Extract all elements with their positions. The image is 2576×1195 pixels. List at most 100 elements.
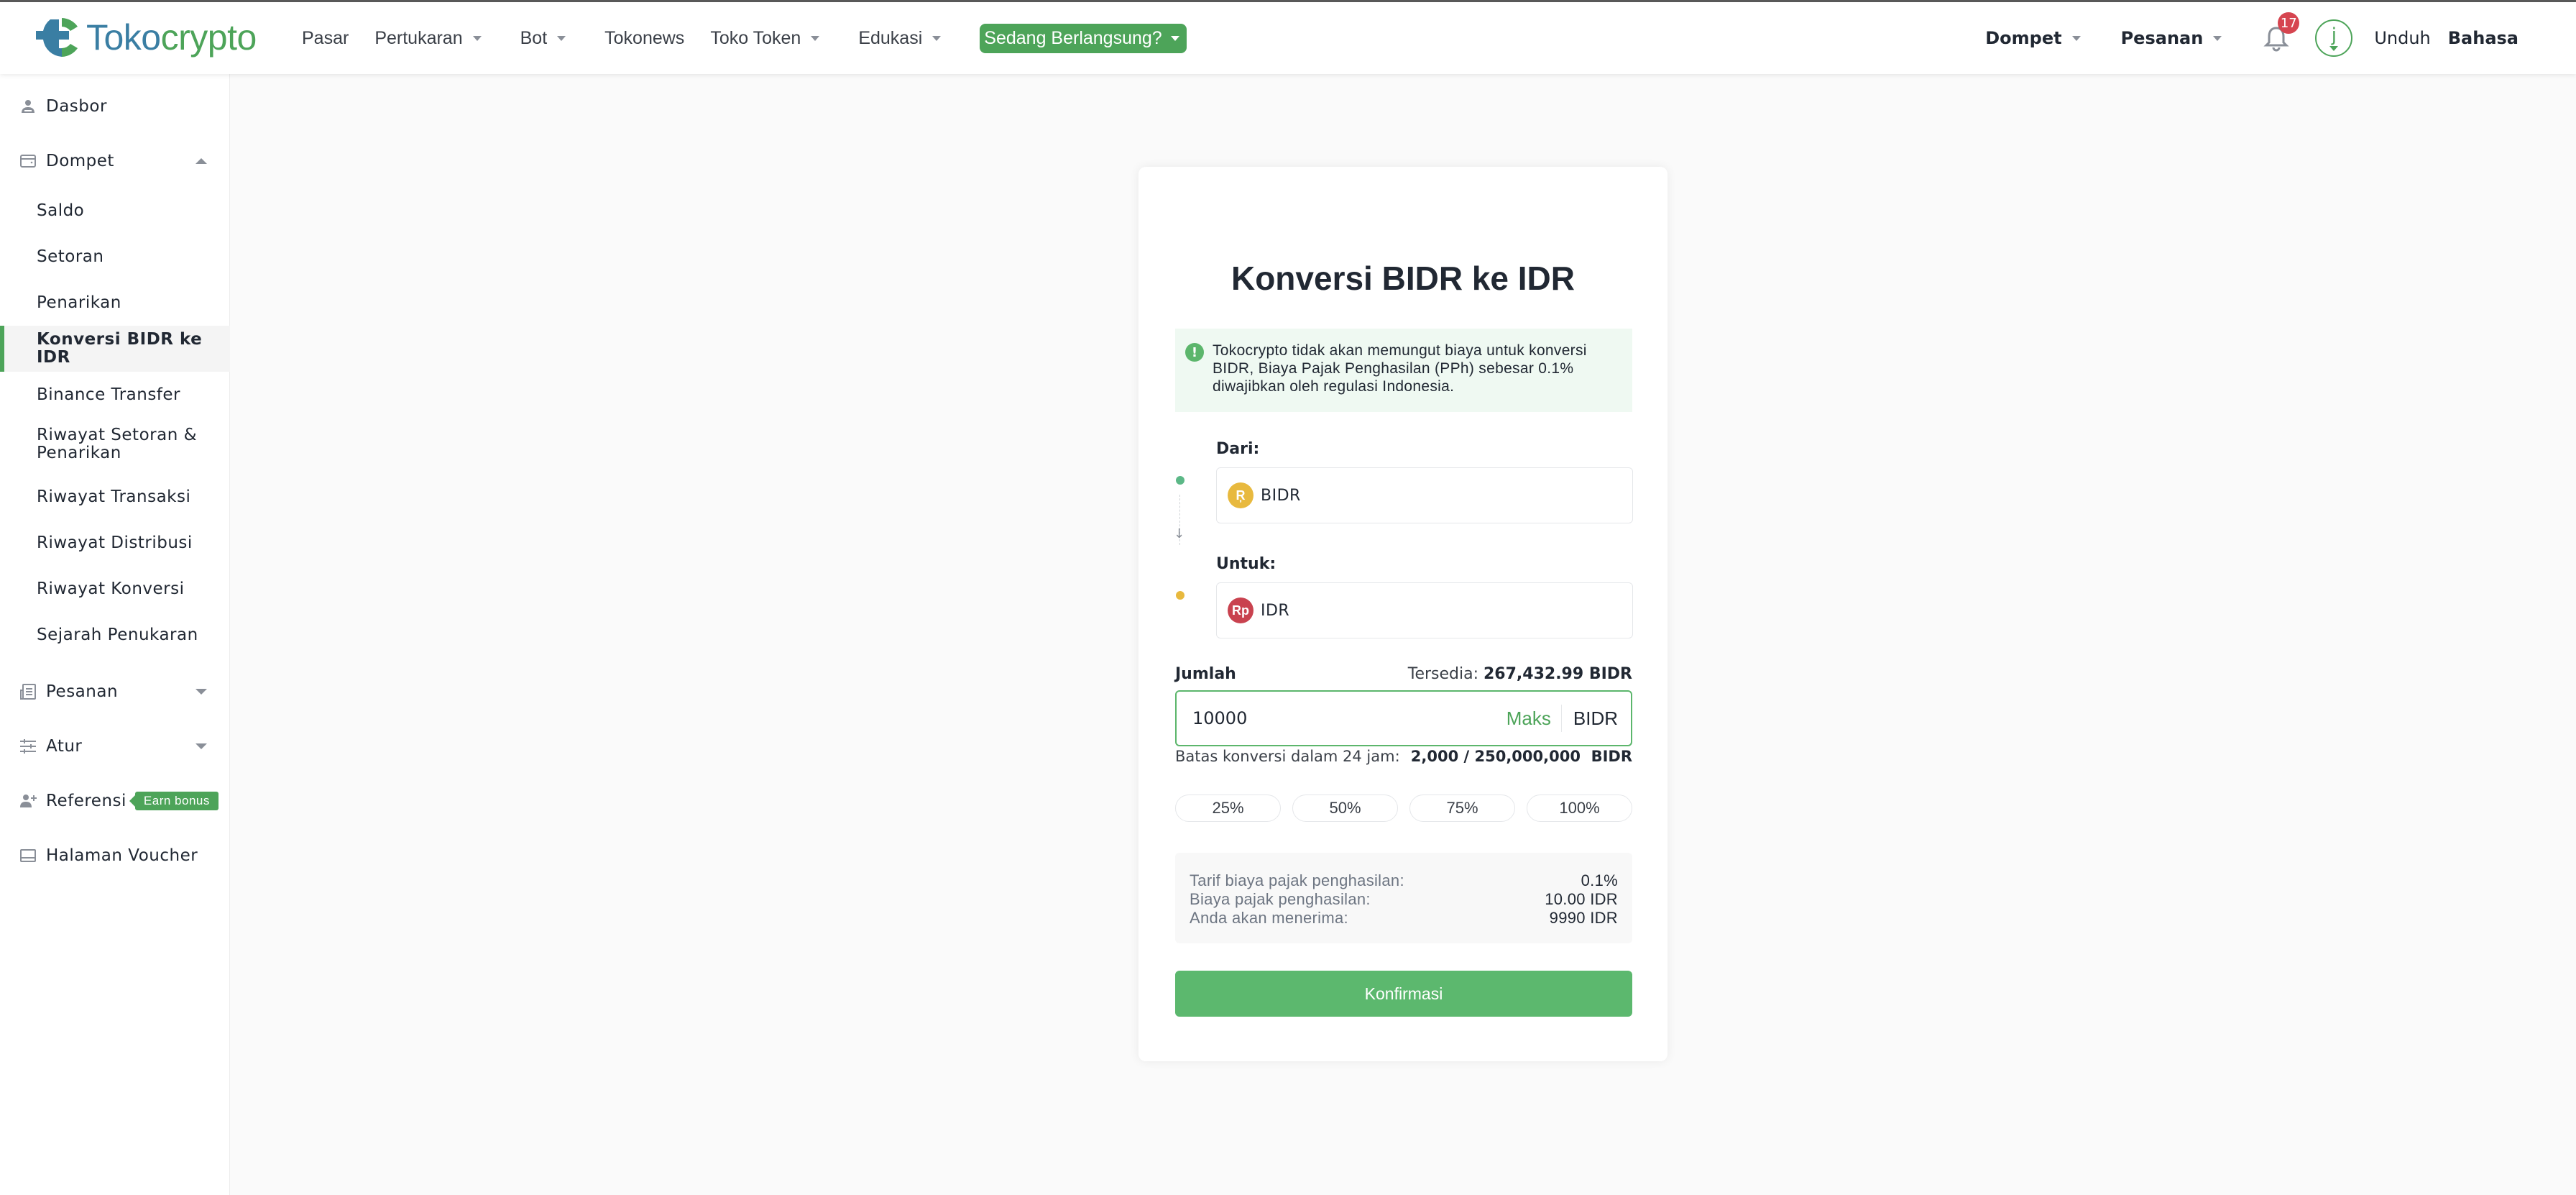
sidebar-item-wallet[interactable]: Dompet [0,143,230,179]
nav-edukasi[interactable]: Edukasi [858,28,942,49]
summary-row-tax-rate: Tarif biaya pajak penghasilan: 0.1% [1190,871,1618,890]
summary-label: Anda akan menerima: [1190,909,1348,927]
sidebar-item-label: Pesanan [46,682,119,701]
conversion-limit: Batas konversi dalam 24 jam: 2,000 / 250… [1175,748,1632,765]
download-link[interactable]: Unduh [2374,28,2430,48]
sidebar-subitem-label: Sejarah Penukaran [37,625,198,644]
sidebar-item-label: Dompet [46,152,114,170]
to-coin-select[interactable]: Rp IDR [1216,582,1633,638]
available-value: 267,432.99 BIDR [1484,665,1632,683]
sidebar-subitem-binance-transfer[interactable]: Binance Transfer [0,373,230,416]
sidebar-subitem-label: Penarikan [37,293,121,312]
user-plus-icon [19,792,37,810]
sidebar-subitem-riwayat-konversi[interactable]: Riwayat Konversi [0,567,230,610]
top-header: Tokocrypto Pasar Pertukaran Bot Tokonews… [0,2,2576,74]
sidebar-item-dashboard[interactable]: Dasbor [0,88,230,124]
from-dot-icon [1176,476,1184,485]
caret-down-icon [472,35,482,41]
percent-buttons: 25% 50% 75% 100% [1175,795,1632,822]
header-right: Dompet Pesanan 17 j Unduh Bahasa [1985,2,2576,74]
limit-label: Batas konversi dalam 24 jam: [1175,748,1400,765]
confirm-button[interactable]: Konfirmasi [1175,971,1632,1017]
amount-header: Jumlah Tersedia: 267,432.99 BIDR [1175,665,1632,683]
user-icon [19,97,37,116]
language-selector[interactable]: Bahasa [2448,28,2518,48]
user-avatar[interactable]: j [2315,19,2353,57]
from-label: Dari: [1216,440,1260,458]
amount-value[interactable]: 10000 [1192,708,1506,728]
tax-notice-text: Tokocrypto tidak akan memungut biaya unt… [1213,342,1587,395]
percent-75-button[interactable]: 75% [1409,795,1515,822]
chevron-down-icon [196,743,207,749]
live-event-button[interactable]: Sedang Berlangsung? [980,23,1187,53]
nav-toko-token[interactable]: Toko Token [710,27,820,49]
sidebar-subitem-konversi-bidr[interactable]: Konversi BIDR ke IDR [0,326,230,372]
notifications-button[interactable]: 17 [2262,12,2300,52]
sidebar-subitem-label: Riwayat Konversi [37,579,185,598]
to-coin-name: IDR [1261,601,1290,620]
tax-notice: ! Tokocrypto tidak akan memungut biaya u… [1175,329,1632,412]
sidebar-item-label: Referensi [46,792,126,810]
page-title: Konversi BIDR ke IDR [1230,260,1575,297]
sidebar-subitem-label: Riwayat Distribusi [37,533,193,552]
nav-label: Tokonews [604,27,685,48]
sidebar-subitem-riwayat-distribusi[interactable]: Riwayat Distribusi [0,521,230,564]
summary-label: Biaya pajak penghasilan: [1190,890,1371,908]
to-label: Untuk: [1216,555,1276,573]
summary-value: 9990 IDR [1549,909,1618,927]
orders-menu[interactable]: Pesanan [2121,28,2222,48]
nav-pertukaran[interactable]: Pertukaran [374,28,482,49]
logo-text-toko: Toko [86,17,161,58]
orders-icon [19,682,37,701]
sidebar-subitem-penarikan[interactable]: Penarikan [0,281,230,324]
sidebar-item-orders[interactable]: Pesanan [0,674,230,710]
summary-value: 10.00 IDR [1545,890,1618,908]
exclamation-icon: ! [1185,343,1204,362]
percent-50-button[interactable]: 50% [1292,795,1398,822]
max-button[interactable]: Maks [1506,705,1562,732]
available-label: Tersedia: [1407,665,1478,683]
limit-amount: 2,000 / 250,000,000 [1410,748,1581,765]
nav-label: Toko Token [710,27,801,48]
sidebar-subitem-riwayat-transaksi[interactable]: Riwayat Transaksi [0,475,230,518]
sidebar-subitem-setoran[interactable]: Setoran [0,235,230,278]
logo-icon [36,18,78,57]
sidebar-item-label: Halaman Voucher [46,846,198,865]
summary-value: 0.1% [1581,871,1618,889]
percent-100-button[interactable]: 100% [1527,795,1632,822]
summary-label: Tarif biaya pajak penghasilan: [1190,871,1404,889]
from-coin-select[interactable]: Ŗ BIDR [1216,467,1633,523]
amount-unit: BIDR [1573,707,1618,729]
nav-pasar[interactable]: Pasar [302,28,349,49]
percent-25-button[interactable]: 25% [1175,795,1281,822]
notification-count-badge: 17 [2278,12,2300,34]
available-balance: Tersedia: 267,432.99 BIDR [1408,665,1632,683]
nav-label: Bot [520,27,548,48]
sliders-icon [19,737,37,756]
sidebar-subitem-riwayat-setoran[interactable]: Riwayat Setoran & Penarikan [0,419,230,470]
main-nav: Pasar Pertukaran Bot Tokonews Toko Token… [302,2,1187,74]
sidebar-item-voucher[interactable]: Halaman Voucher [0,838,230,874]
caret-down-icon [1170,35,1179,41]
sidebar-item-settings[interactable]: Atur [0,728,230,764]
tokocrypto-logo[interactable]: Tokocrypto [33,14,257,61]
nav-tokonews[interactable]: Tokonews [604,28,684,49]
fee-summary: Tarif biaya pajak penghasilan: 0.1% Biaya… [1175,853,1632,943]
chevron-down-icon [196,689,207,695]
live-event-label: Sedang Berlangsung? [984,27,1162,48]
wallet-menu[interactable]: Dompet [1985,28,2081,48]
sidebar-subitem-saldo[interactable]: Saldo [0,189,230,232]
amount-input[interactable]: 10000 Maks BIDR [1175,690,1632,746]
nav-bot[interactable]: Bot [520,28,566,49]
sidebar-item-referral[interactable]: Referensi Earn bonus [0,783,230,819]
sidebar-subitem-sejarah-penukaran[interactable]: Sejarah Penukaran [0,613,230,656]
caret-down-icon [932,35,942,41]
nav-label: Pasar [302,27,349,48]
limit-unit: BIDR [1591,748,1632,765]
sidebar-subitem-label: Konversi BIDR ke IDR [37,330,203,367]
amount-label: Jumlah [1175,665,1236,683]
summary-row-receive: Anda akan menerima: 9990 IDR [1190,909,1618,928]
limit-value: 2,000 / 250,000,000 BIDR [1411,748,1632,765]
summary-row-tax-fee: Biaya pajak penghasilan: 10.00 IDR [1190,890,1618,909]
arrow-down-icon: ↓ [1174,526,1185,541]
